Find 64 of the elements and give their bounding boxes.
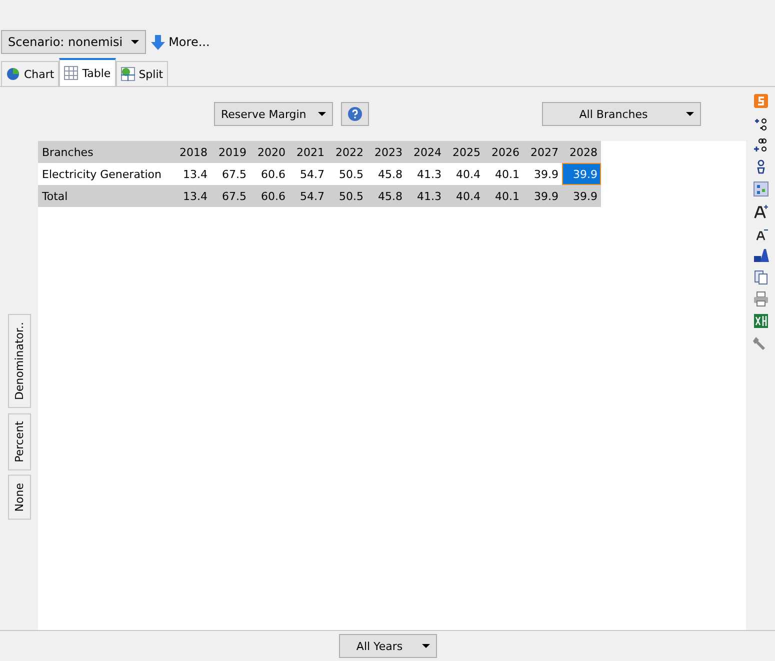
copy-icon[interactable]	[752, 269, 768, 285]
column-header: 2019	[210, 141, 250, 163]
side-tab[interactable]: Percent	[8, 412, 30, 470]
font-larger-icon[interactable]	[752, 203, 768, 219]
caret-icon	[130, 40, 139, 44]
table-cell[interactable]: 67.5	[210, 185, 250, 207]
table-cell[interactable]: 39.9	[522, 163, 562, 185]
column-header: 2020	[250, 141, 289, 163]
table-cell[interactable]: 41.3	[406, 185, 445, 207]
table-cell[interactable]: 50.5	[328, 163, 367, 185]
scenario-dropdown[interactable]: Scenario: nonemisi	[1, 30, 146, 54]
column-header: 2024	[406, 141, 445, 163]
split-view-icon	[120, 67, 135, 81]
caret-icon	[686, 112, 694, 116]
column-header: 2026	[484, 141, 523, 163]
table-cell[interactable]: 45.8	[366, 185, 406, 207]
branches-dropdown[interactable]: All Branches	[542, 102, 701, 126]
table-cell[interactable]: 39.9	[562, 185, 601, 207]
table-cell[interactable]: 54.7	[288, 163, 328, 185]
table-cell[interactable]: 41.3	[406, 163, 445, 185]
more-button[interactable]: More...	[150, 34, 210, 50]
view-tab[interactable]: Chart	[1, 61, 60, 86]
row-label[interactable]: Electricity Generation	[38, 163, 172, 185]
pie-chart-icon	[6, 67, 20, 81]
table-cell[interactable]: 13.4	[172, 185, 211, 207]
table-cell[interactable]: 13.4	[172, 163, 211, 185]
view-tab[interactable]: Split	[116, 61, 168, 86]
help-icon	[348, 107, 362, 121]
side-tab[interactable]: Denominator..	[8, 314, 30, 408]
decrease-decimals-icon[interactable]	[752, 137, 768, 153]
table-cell[interactable]: 60.6	[250, 185, 289, 207]
column-header: 2018	[172, 141, 211, 163]
print-icon[interactable]	[752, 291, 768, 307]
table-cell[interactable]: 39.9	[562, 163, 601, 185]
column-header: 2022	[328, 141, 367, 163]
table-cell[interactable]: 39.9	[522, 185, 562, 207]
grid-icon[interactable]	[752, 181, 768, 197]
table-cell[interactable]: 60.6	[250, 163, 289, 185]
help-button[interactable]	[341, 102, 370, 126]
spreadsheet-icon[interactable]	[752, 313, 768, 329]
column-header: 2021	[288, 141, 328, 163]
down-arrow-icon	[150, 34, 165, 50]
side-tab[interactable]: None	[8, 475, 30, 520]
table-cell[interactable]: 50.5	[328, 185, 367, 207]
column-header: 2023	[366, 141, 406, 163]
table-icon	[64, 66, 78, 80]
column-header: Branches	[38, 141, 172, 163]
column-header: 2025	[444, 141, 484, 163]
variable-dropdown[interactable]: Reserve Margin	[214, 102, 334, 126]
table-cell[interactable]: 40.1	[484, 163, 523, 185]
table-cell[interactable]: 40.1	[484, 185, 523, 207]
column-header: 2028	[562, 141, 601, 163]
column-header: 2027	[522, 141, 562, 163]
table-cell[interactable]: 40.4	[444, 163, 484, 185]
caret-icon	[318, 112, 326, 116]
s-logo-icon[interactable]	[752, 93, 768, 109]
table-cell[interactable]: 40.4	[444, 185, 484, 207]
table-cell[interactable]: 54.7	[288, 185, 328, 207]
caret-icon	[422, 644, 430, 648]
years-dropdown[interactable]: All Years	[338, 634, 436, 658]
table-cell[interactable]: 67.5	[210, 163, 250, 185]
table-cell[interactable]: 45.8	[366, 163, 406, 185]
view-tab[interactable]: Table	[59, 58, 116, 86]
row-label[interactable]: Total	[38, 185, 172, 207]
